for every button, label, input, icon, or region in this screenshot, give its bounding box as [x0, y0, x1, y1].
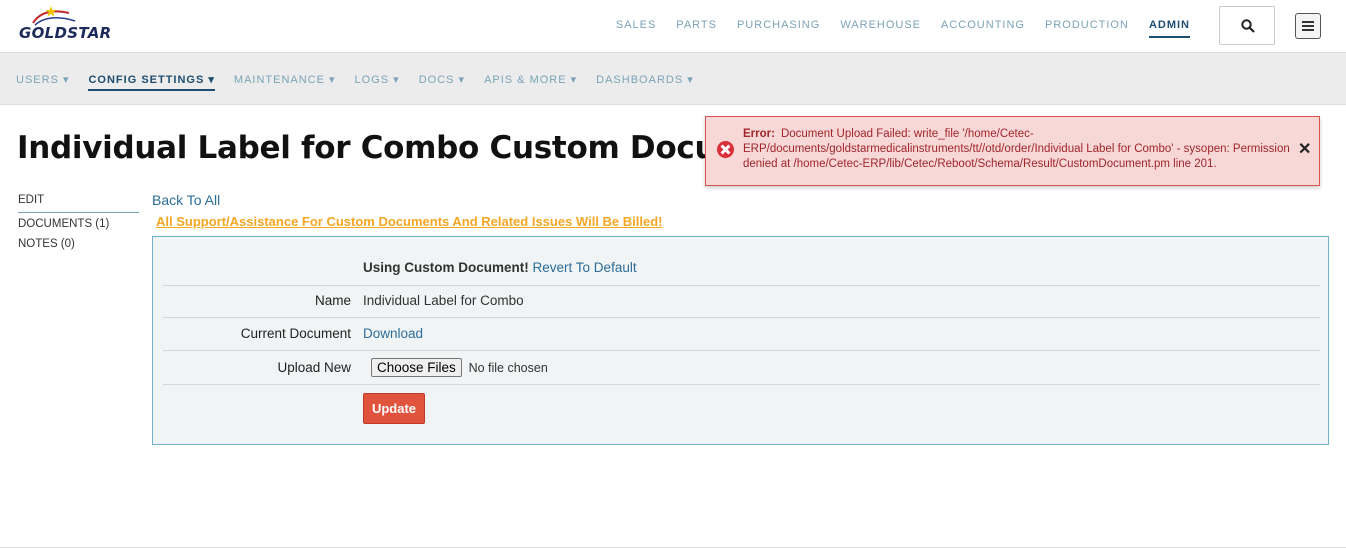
sub-navigation: USERS ▾ CONFIG SETTINGS ▾ MAINTENANCE ▾ …	[16, 73, 713, 91]
top-nav-purchasing[interactable]: PURCHASING	[727, 18, 830, 38]
sub-nav-apis-more[interactable]: APIS & MORE ▾	[484, 73, 577, 91]
menu-icon-bar	[1302, 25, 1314, 27]
top-nav-admin[interactable]: ADMIN	[1148, 18, 1190, 38]
search-icon	[1241, 19, 1255, 33]
sub-nav-dashboards[interactable]: DASHBOARDS ▾	[596, 73, 694, 91]
update-button[interactable]: Update	[363, 393, 425, 424]
top-header: GOLDSTAR SALES PARTS PURCHASING WAREHOUS…	[0, 0, 1346, 52]
sub-nav-users[interactable]: USERS ▾	[16, 73, 69, 91]
logo-text: GOLDSTAR	[19, 24, 112, 42]
side-navigation: EDIT DOCUMENTS (1) NOTES (0)	[18, 193, 139, 257]
top-nav-production[interactable]: PRODUCTION	[1035, 18, 1139, 38]
back-to-all-link[interactable]: Back To All	[152, 192, 220, 208]
name-value: Individual Label for Combo	[363, 293, 524, 308]
top-nav-parts[interactable]: PARTS	[666, 18, 727, 38]
download-link[interactable]: Download	[363, 326, 423, 341]
search-button[interactable]	[1219, 6, 1275, 45]
error-message-text: Document Upload Failed: write_file '/hom…	[743, 128, 1290, 170]
form-row-upload: Upload New Choose Files No file chosen	[163, 351, 1320, 385]
close-icon[interactable]: ✕	[1298, 139, 1311, 159]
error-icon	[717, 141, 734, 158]
error-notification: Error: Document Upload Failed: write_file…	[705, 116, 1320, 186]
no-file-chosen-text: No file chosen	[468, 361, 548, 375]
top-nav-accounting[interactable]: ACCOUNTING	[931, 18, 1035, 38]
top-navigation: SALES PARTS PURCHASING WAREHOUSE ACCOUNT…	[606, 18, 1200, 38]
hamburger-menu-button[interactable]	[1295, 13, 1321, 39]
sub-nav-docs[interactable]: DOCS ▾	[419, 73, 465, 91]
sub-nav-logs[interactable]: LOGS ▾	[355, 73, 400, 91]
page-title: Individual Label for Combo Custom Docume…	[17, 130, 806, 166]
custom-status-text: Using Custom Document!	[363, 260, 529, 275]
menu-icon-bar	[1302, 21, 1314, 23]
goldstar-logo[interactable]: GOLDSTAR	[17, 5, 111, 47]
current-document-label: Current Document	[240, 326, 351, 341]
error-message: Error: Document Upload Failed: write_file…	[743, 127, 1303, 172]
choose-files-button[interactable]: Choose Files	[371, 358, 462, 377]
side-nav-notes[interactable]: NOTES (0)	[18, 237, 139, 257]
side-nav-edit[interactable]: EDIT	[18, 193, 139, 213]
form-row-name: Name Individual Label for Combo	[163, 286, 1320, 318]
form-row-current-document: Current Document Download	[163, 318, 1320, 351]
menu-icon-bar	[1302, 29, 1314, 31]
upload-new-label: Upload New	[277, 360, 351, 375]
sub-nav-config-settings[interactable]: CONFIG SETTINGS ▾	[88, 73, 215, 91]
name-label: Name	[314, 293, 351, 308]
sub-navigation-bar: USERS ▾ CONFIG SETTINGS ▾ MAINTENANCE ▾ …	[0, 52, 1346, 105]
sub-nav-maintenance[interactable]: MAINTENANCE ▾	[234, 73, 336, 91]
custom-status: Using Custom Document! Revert To Default	[363, 260, 637, 275]
side-nav-documents[interactable]: DOCUMENTS (1)	[18, 217, 139, 237]
custom-document-form: Using Custom Document! Revert To Default…	[152, 236, 1329, 445]
footer-divider	[0, 547, 1346, 548]
error-label: Error:	[743, 128, 775, 140]
file-upload-input[interactable]: Choose Files No file chosen	[371, 358, 548, 377]
revert-to-default-link[interactable]: Revert To Default	[533, 260, 637, 275]
top-nav-sales[interactable]: SALES	[606, 18, 666, 38]
top-nav-warehouse[interactable]: WAREHOUSE	[830, 18, 931, 38]
billing-warning-link[interactable]: All Support/Assistance For Custom Docume…	[156, 214, 663, 229]
form-row-status: Using Custom Document! Revert To Default	[163, 255, 1320, 286]
